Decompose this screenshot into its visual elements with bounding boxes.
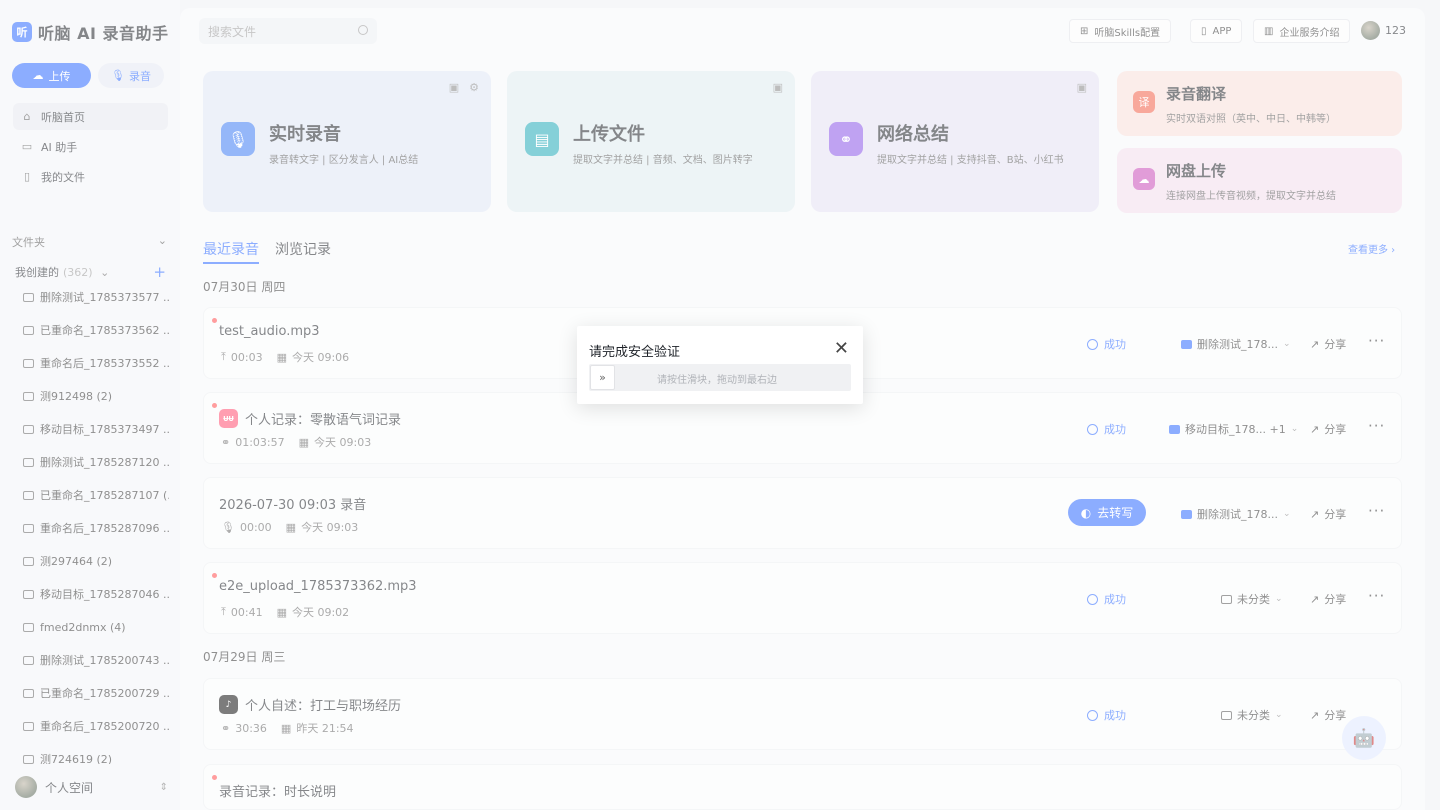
modal-overlay bbox=[0, 0, 1440, 810]
slider-handle[interactable]: » bbox=[590, 365, 615, 390]
security-verification-dialog: 请完成安全验证 ✕ » 请按住滑块，拖动到最右边 bbox=[577, 326, 863, 404]
captcha-slider-track[interactable]: » 请按住滑块，拖动到最右边 bbox=[589, 364, 851, 391]
double-chevron-right-icon: » bbox=[599, 371, 606, 384]
close-icon[interactable]: ✕ bbox=[834, 338, 849, 359]
slider-hint: 请按住滑块，拖动到最右边 bbox=[657, 375, 777, 386]
dialog-title: 请完成安全验证 bbox=[589, 345, 681, 360]
